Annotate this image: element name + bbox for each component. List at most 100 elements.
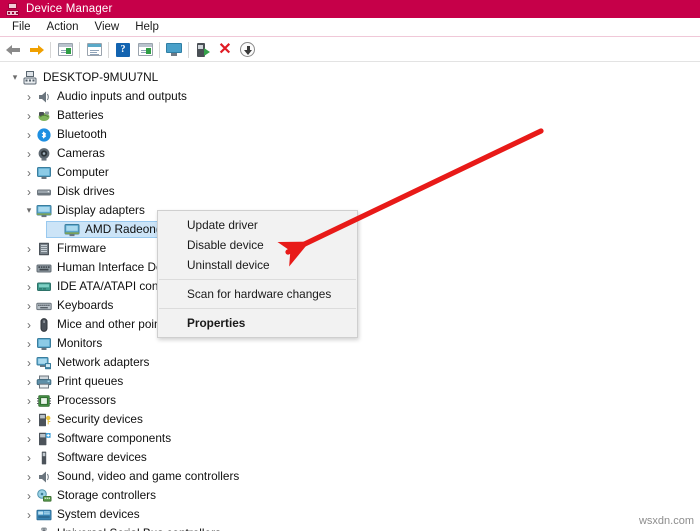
- chevron-right-icon[interactable]: ›: [22, 319, 36, 331]
- uninstall-x-icon[interactable]: ✕: [214, 40, 236, 60]
- chevron-right-icon[interactable]: ›: [22, 186, 36, 198]
- chevron-right-icon[interactable]: ›: [22, 300, 36, 312]
- context-menu-item-uninstall-device[interactable]: Uninstall device: [158, 255, 357, 275]
- chevron-right-icon[interactable]: ›: [22, 376, 36, 388]
- tree-node-disk-drives[interactable]: › Disk drives: [0, 182, 420, 201]
- forward-arrow-icon[interactable]: [25, 40, 47, 60]
- monitor-icon: [36, 165, 52, 181]
- tree-node-software-devices[interactable]: › Software devices: [0, 448, 420, 467]
- menu-help[interactable]: Help: [127, 20, 167, 34]
- tree-node-label: Cameras: [57, 146, 105, 160]
- tree-node-system-devices[interactable]: › System devices: [0, 505, 420, 524]
- tree-node-label: Audio inputs and outputs: [57, 89, 187, 103]
- chevron-right-icon[interactable]: ›: [22, 471, 36, 483]
- tree-node-label: Software devices: [57, 450, 147, 464]
- monitor-icon: [36, 336, 52, 352]
- context-menu[interactable]: Update driver Disable device Uninstall d…: [157, 210, 358, 338]
- tree-node-sound-video-and-game-controllers[interactable]: › Sound, video and game controllers: [0, 467, 420, 486]
- context-menu-item-update-driver[interactable]: Update driver: [158, 215, 357, 235]
- tree-node-universal-serial-bus-controllers[interactable]: › Universal Serial Bus controllers: [0, 524, 420, 531]
- tree-node-storage-controllers[interactable]: › Storage controllers: [0, 486, 420, 505]
- watermark: wsxdn.com: [638, 515, 694, 527]
- system-device-icon: [36, 507, 52, 523]
- window-title: Device Manager: [26, 3, 113, 15]
- chevron-right-icon[interactable]: ›: [22, 528, 36, 531]
- chevron-down-icon[interactable]: ▾: [22, 206, 36, 215]
- speaker-icon: [36, 469, 52, 485]
- tree-node-network-adapters[interactable]: › Network adapters: [0, 353, 420, 372]
- enable-device-icon[interactable]: [192, 40, 214, 60]
- tree-node-root[interactable]: ▾ DESKTOP-9MUU7NL: [0, 68, 420, 87]
- chevron-right-icon[interactable]: ›: [22, 338, 36, 350]
- tree-node-audio-inputs-and-outputs[interactable]: › Audio inputs and outputs: [0, 87, 420, 106]
- tree-node-batteries[interactable]: › Batteries: [0, 106, 420, 125]
- tree-node-label: Print queues: [57, 374, 124, 388]
- tree-node-processors[interactable]: › Processors: [0, 391, 420, 410]
- tree-node-computer[interactable]: › Computer: [0, 163, 420, 182]
- tree-node-label: Computer: [57, 165, 109, 179]
- context-menu-separator: [159, 308, 356, 309]
- context-menu-item-scan-hardware[interactable]: Scan for hardware changes: [158, 284, 357, 304]
- chevron-right-icon[interactable]: ›: [22, 129, 36, 141]
- chevron-right-icon[interactable]: ›: [22, 490, 36, 502]
- tree-node-bluetooth[interactable]: › Bluetooth: [0, 125, 420, 144]
- processor-icon: [36, 393, 52, 409]
- context-menu-separator: [159, 279, 356, 280]
- display-adapter-icon: [36, 203, 52, 219]
- chevron-right-icon[interactable]: ›: [22, 357, 36, 369]
- toolbar-separator: [159, 41, 160, 58]
- scan-monitor-icon[interactable]: [163, 40, 185, 60]
- firmware-icon: [36, 241, 52, 257]
- ide-controller-icon: [36, 279, 52, 295]
- tree-node-print-queues[interactable]: › Print queues: [0, 372, 420, 391]
- chevron-right-icon[interactable]: ›: [22, 281, 36, 293]
- menu-action[interactable]: Action: [39, 20, 87, 34]
- chevron-right-icon[interactable]: ›: [22, 167, 36, 179]
- mouse-icon: [36, 317, 52, 333]
- show-hidden-window-icon[interactable]: [134, 40, 156, 60]
- menu-file[interactable]: File: [4, 20, 39, 34]
- download-circle-icon[interactable]: [236, 40, 258, 60]
- hid-icon: [36, 260, 52, 276]
- menu-bar: File Action View Help: [0, 18, 700, 37]
- menu-view[interactable]: View: [87, 20, 128, 34]
- chevron-down-icon[interactable]: ▾: [8, 73, 22, 82]
- context-menu-item-disable-device[interactable]: Disable device: [158, 235, 357, 255]
- chevron-right-icon[interactable]: ›: [22, 243, 36, 255]
- chevron-right-icon[interactable]: ›: [22, 110, 36, 122]
- tree-node-label: Processors: [57, 393, 117, 407]
- battery-icon: [36, 108, 52, 124]
- tree-node-label: Disk drives: [57, 184, 115, 198]
- back-arrow-icon[interactable]: [3, 40, 25, 60]
- tree-node-software-components[interactable]: › Software components: [0, 429, 420, 448]
- context-menu-item-properties[interactable]: Properties: [158, 313, 357, 333]
- disk-drive-icon: [36, 184, 52, 200]
- tree-node-label: Sound, video and game controllers: [57, 469, 240, 483]
- chevron-right-icon[interactable]: ›: [22, 91, 36, 103]
- chevron-right-icon[interactable]: ›: [22, 262, 36, 274]
- update-driver-window-icon[interactable]: [83, 40, 105, 60]
- tree-node-label: Batteries: [57, 108, 104, 122]
- keyboard-icon: [36, 298, 52, 314]
- tree-node-security-devices[interactable]: › Security devices: [0, 410, 420, 429]
- chevron-right-icon[interactable]: ›: [22, 509, 36, 521]
- storage-controller-icon: [36, 488, 52, 504]
- chevron-right-icon[interactable]: ›: [22, 433, 36, 445]
- help-icon[interactable]: ?: [112, 40, 134, 60]
- chevron-right-icon[interactable]: ›: [22, 414, 36, 426]
- chevron-right-icon[interactable]: ›: [22, 452, 36, 464]
- tree-node-label: Software components: [57, 431, 172, 445]
- usb-icon: [36, 526, 52, 531]
- toolbar-separator: [79, 41, 80, 58]
- chevron-right-icon[interactable]: ›: [22, 395, 36, 407]
- chevron-right-icon[interactable]: ›: [22, 148, 36, 160]
- tree-node-label: Storage controllers: [57, 488, 157, 502]
- tree-node-label: Firmware: [57, 241, 107, 255]
- bluetooth-icon: [36, 127, 52, 143]
- tree-node-label: Bluetooth: [57, 127, 107, 141]
- properties-window-icon[interactable]: [54, 40, 76, 60]
- camera-icon: [36, 146, 52, 162]
- device-manager-icon: [6, 2, 19, 16]
- tree-node-cameras[interactable]: › Cameras: [0, 144, 420, 163]
- tree-node-label: Display adapters: [57, 203, 145, 217]
